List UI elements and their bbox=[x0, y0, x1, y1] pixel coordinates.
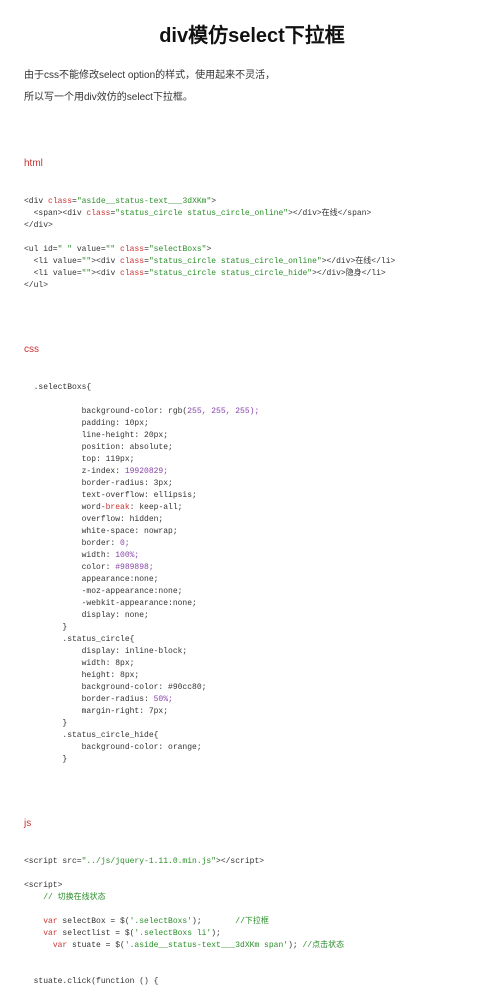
intro-line-2: 所以写一个用div效仿的select下拉框。 bbox=[24, 90, 480, 106]
intro-line-1: 由于css不能修改select option的样式，使用起来不灵活， bbox=[24, 68, 480, 84]
section-html-label: html bbox=[24, 156, 480, 172]
css-code-block: .selectBoxs{ background-color: rgb(255, … bbox=[24, 370, 480, 766]
html-code-block: <div class="aside__status-text___3dXKm">… bbox=[24, 184, 480, 292]
section-css-label: css bbox=[24, 342, 480, 358]
page-title: div模仿select下拉框 bbox=[24, 20, 480, 52]
section-js-label: js bbox=[24, 816, 480, 832]
js-code-block: <script src="../js/jquery-1.11.0.min.js"… bbox=[24, 844, 480, 988]
